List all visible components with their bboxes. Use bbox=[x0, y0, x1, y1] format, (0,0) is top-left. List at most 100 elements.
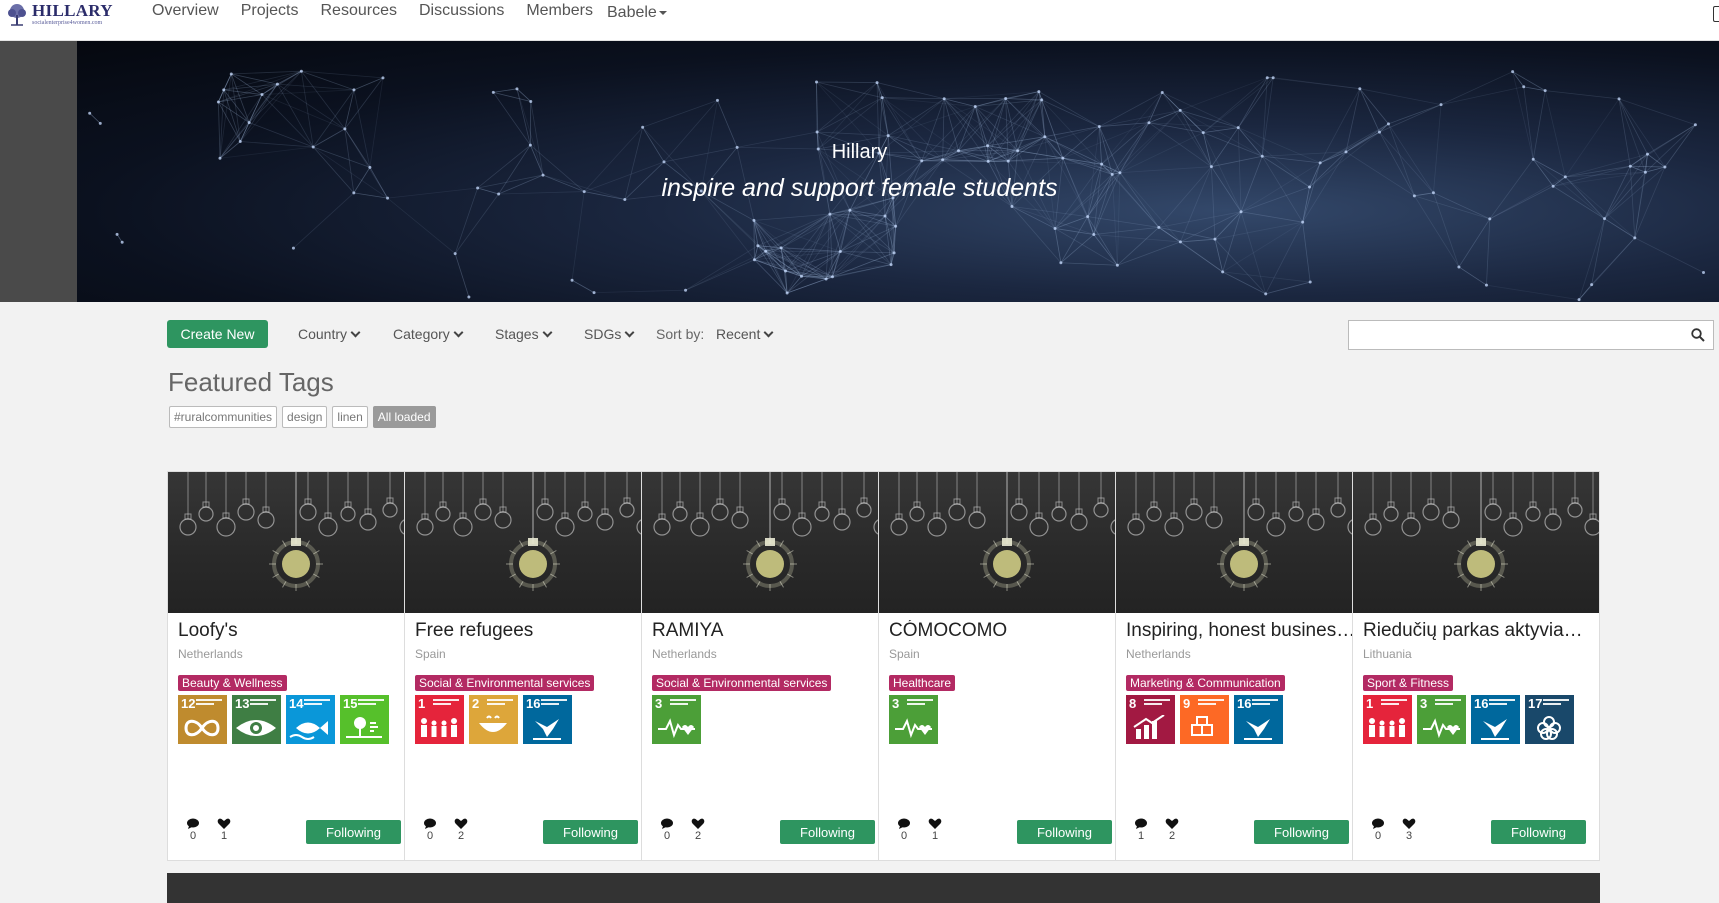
sdg-3-icon[interactable]: 3 bbox=[652, 695, 701, 744]
comment-count: 1 bbox=[1137, 830, 1145, 842]
project-card-image-partial[interactable] bbox=[1115, 873, 1363, 903]
project-title[interactable]: Free refugees bbox=[415, 620, 645, 642]
project-title[interactable]: CÓMOCOMO bbox=[889, 620, 1119, 642]
comment-count: 0 bbox=[189, 830, 197, 842]
following-button[interactable]: Following bbox=[306, 820, 401, 844]
likes-stat[interactable]: 2 bbox=[454, 818, 468, 842]
comments-stat[interactable]: 0 bbox=[423, 818, 437, 842]
sdg-1-icon[interactable]: 1 bbox=[1363, 695, 1412, 744]
project-card[interactable]: Free refugees Spain Social & Environmental… bbox=[404, 471, 652, 861]
sdg-14-icon[interactable]: 14 bbox=[286, 695, 335, 744]
project-card-image-partial[interactable] bbox=[1352, 873, 1600, 903]
stages-filter[interactable]: Stages bbox=[495, 326, 553, 342]
logo[interactable]: HILLARY socialenterprise4women.com bbox=[6, 2, 113, 26]
filter-toolbar: Create New Country Category Stages SDGs … bbox=[0, 302, 1719, 362]
comments-stat[interactable]: 1 bbox=[1134, 818, 1148, 842]
sdgs-filter[interactable]: SDGs bbox=[584, 326, 635, 342]
comment-count: 0 bbox=[1374, 830, 1382, 842]
nav-links: Overview Projects Resources Discussions … bbox=[152, 2, 615, 20]
nav-resources[interactable]: Resources bbox=[320, 2, 396, 20]
card-stats: 02 bbox=[660, 818, 705, 842]
comment-count: 0 bbox=[900, 830, 908, 842]
sdg-16-icon[interactable]: 16 bbox=[1234, 695, 1283, 744]
following-button[interactable]: Following bbox=[780, 820, 875, 844]
likes-stat[interactable]: 3 bbox=[1402, 818, 1416, 842]
project-image[interactable] bbox=[168, 472, 414, 613]
create-new-button[interactable]: Create New bbox=[167, 320, 268, 348]
likes-stat[interactable]: 2 bbox=[1165, 818, 1179, 842]
nav-discussions[interactable]: Discussions bbox=[419, 2, 504, 20]
project-card-image-partial[interactable] bbox=[167, 873, 415, 903]
sdg-16-icon[interactable]: 16 bbox=[1471, 695, 1520, 744]
sdg-2-icon[interactable]: 2 bbox=[469, 695, 518, 744]
sdg-16-icon[interactable]: 16 bbox=[523, 695, 572, 744]
project-title[interactable]: RAMIYA bbox=[652, 620, 882, 642]
project-card-image-partial[interactable] bbox=[404, 873, 652, 903]
project-card[interactable]: RAMIYA Netherlands Social & Environmental … bbox=[641, 471, 889, 861]
comment-icon bbox=[661, 818, 673, 829]
tag-linen[interactable]: linen bbox=[332, 406, 368, 428]
following-button[interactable]: Following bbox=[543, 820, 638, 844]
project-card[interactable]: Loofy's Netherlands Beauty & Wellness 12 13 1… bbox=[167, 471, 415, 861]
nav-overview[interactable]: Overview bbox=[152, 2, 219, 20]
sdg-8-icon[interactable]: 8 bbox=[1126, 695, 1175, 744]
country-filter-label: Country bbox=[298, 326, 348, 342]
category-badge[interactable]: Marketing & Communication bbox=[1126, 675, 1285, 691]
project-image[interactable] bbox=[642, 472, 888, 613]
search-input[interactable] bbox=[1348, 320, 1714, 350]
project-title[interactable]: Inspiring, honest business... bbox=[1126, 620, 1356, 642]
nav-projects[interactable]: Projects bbox=[241, 2, 299, 20]
country-filter[interactable]: Country bbox=[298, 326, 361, 342]
likes-stat[interactable]: 2 bbox=[691, 818, 705, 842]
comments-stat[interactable]: 0 bbox=[1371, 818, 1385, 842]
sort-dropdown[interactable]: Recent bbox=[716, 326, 774, 342]
project-card[interactable]: CÓMOCOMO Spain Healthcare 3 0 1 Following bbox=[878, 471, 1126, 861]
sdg-13-icon[interactable]: 13 bbox=[232, 695, 281, 744]
category-filter[interactable]: Category bbox=[393, 326, 464, 342]
sdg-15-icon[interactable]: 15 bbox=[340, 695, 389, 744]
sdg-3-icon[interactable]: 3 bbox=[889, 695, 938, 744]
comments-stat[interactable]: 0 bbox=[660, 818, 674, 842]
category-badge[interactable]: Sport & Fitness bbox=[1363, 675, 1454, 691]
sdg-3-icon[interactable]: 3 bbox=[1417, 695, 1466, 744]
tag-ruralcommunities[interactable]: #ruralcommunities bbox=[169, 406, 278, 428]
stages-filter-label: Stages bbox=[495, 326, 539, 342]
project-card[interactable]: Riedučių parkas aktyviam ... Lithuania Spo… bbox=[1352, 471, 1600, 861]
card-stats: 01 bbox=[186, 818, 231, 842]
project-image[interactable] bbox=[1353, 472, 1599, 613]
project-title[interactable]: Loofy's bbox=[178, 620, 408, 642]
comment-count: 0 bbox=[426, 830, 434, 842]
comments-stat[interactable]: 0 bbox=[897, 818, 911, 842]
sdg-1-icon[interactable]: 1 bbox=[415, 695, 464, 744]
project-title[interactable]: Riedučių parkas aktyviam ... bbox=[1363, 620, 1593, 642]
category-badge[interactable]: Beauty & Wellness bbox=[178, 675, 287, 691]
project-image[interactable] bbox=[1116, 472, 1362, 613]
likes-stat[interactable]: 1 bbox=[217, 818, 231, 842]
chevron-down-icon bbox=[542, 327, 553, 338]
sdg-9-icon[interactable]: 9 bbox=[1180, 695, 1229, 744]
comment-icon bbox=[1372, 818, 1384, 829]
project-card[interactable]: Inspiring, honest business... Netherlands… bbox=[1115, 471, 1363, 861]
project-card-image-partial[interactable] bbox=[641, 873, 889, 903]
following-button[interactable]: Following bbox=[1491, 820, 1586, 844]
project-image[interactable] bbox=[879, 472, 1125, 613]
project-card-image-partial[interactable] bbox=[878, 873, 1126, 903]
sdg-icons: 1 2 16 bbox=[415, 695, 572, 744]
sdg-17-icon[interactable]: 17 bbox=[1525, 695, 1574, 744]
banner-subtitle: inspire and support female students bbox=[661, 174, 1058, 202]
comment-icon bbox=[1135, 818, 1147, 829]
category-badge[interactable]: Social & Environmental services bbox=[415, 675, 595, 691]
user-menu[interactable]: Babele bbox=[607, 4, 667, 22]
following-button[interactable]: Following bbox=[1254, 820, 1349, 844]
tag-design[interactable]: design bbox=[282, 406, 328, 428]
likes-stat[interactable]: 1 bbox=[928, 818, 942, 842]
comments-stat[interactable]: 0 bbox=[186, 818, 200, 842]
nav-members[interactable]: Members bbox=[526, 2, 593, 20]
sdg-12-icon[interactable]: 12 bbox=[178, 695, 227, 744]
category-badge[interactable]: Social & Environmental services bbox=[652, 675, 832, 691]
following-button[interactable]: Following bbox=[1017, 820, 1112, 844]
banner-title: Hillary bbox=[831, 141, 888, 163]
category-badge[interactable]: Healthcare bbox=[889, 675, 956, 691]
search-icon[interactable] bbox=[1691, 328, 1705, 342]
project-image[interactable] bbox=[405, 472, 651, 613]
